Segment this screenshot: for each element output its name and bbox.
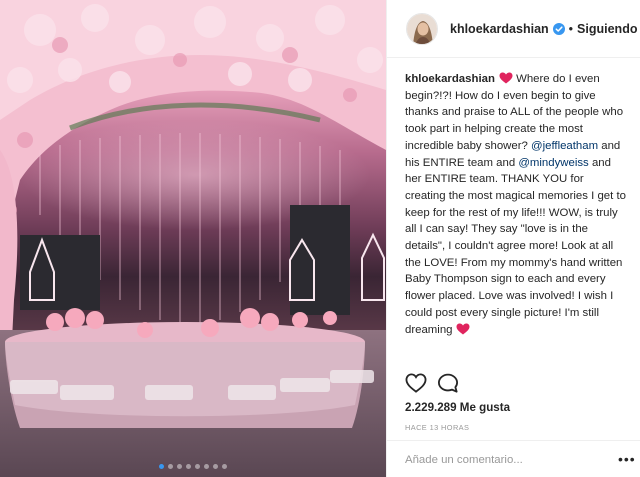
carousel-dot[interactable] (168, 464, 173, 469)
speech-bubble-icon[interactable] (437, 373, 459, 393)
divider (387, 440, 640, 441)
separator-dot: • (568, 21, 574, 36)
username[interactable]: khloekardashian (450, 22, 549, 36)
carousel-dot[interactable] (222, 464, 227, 469)
post-actions (405, 373, 459, 393)
baby-shower-photo (0, 0, 386, 477)
red-heart-icon (456, 323, 470, 335)
post-caption: khloekardashian Where do I even begin?!?… (405, 71, 627, 338)
carousel-indicator (0, 464, 386, 469)
carousel-dot[interactable] (177, 464, 182, 469)
carousel-dot[interactable] (213, 464, 218, 469)
carousel-dot[interactable] (159, 464, 164, 469)
profile-photo-icon (407, 13, 437, 44)
mention-link[interactable]: @mindyweiss (518, 157, 588, 169)
red-heart-icon (499, 72, 513, 84)
post-photo[interactable] (0, 0, 386, 477)
carousel-dot[interactable] (186, 464, 191, 469)
caption-text-part3: and her ENTIRE team. THANK YOU for creat… (405, 156, 626, 336)
caption-username[interactable]: khloekardashian (405, 73, 495, 85)
verified-badge-icon (552, 22, 565, 35)
likes-count[interactable]: 2.229.289 Me gusta (405, 401, 510, 414)
carousel-dot[interactable] (204, 464, 209, 469)
more-options-icon[interactable]: ••• (618, 451, 636, 467)
following-button[interactable]: Siguiendo (577, 22, 637, 36)
post-timestamp[interactable]: HACE 13 HORAS (405, 423, 469, 432)
mention-link[interactable]: @jeffleatham (531, 140, 598, 152)
avatar[interactable] (406, 12, 438, 45)
post-header: khloekardashian • Siguiendo (387, 0, 640, 58)
comment-input[interactable]: Añade un comentario... (405, 454, 605, 466)
carousel-dot[interactable] (195, 464, 200, 469)
heart-outline-icon[interactable] (405, 373, 427, 393)
